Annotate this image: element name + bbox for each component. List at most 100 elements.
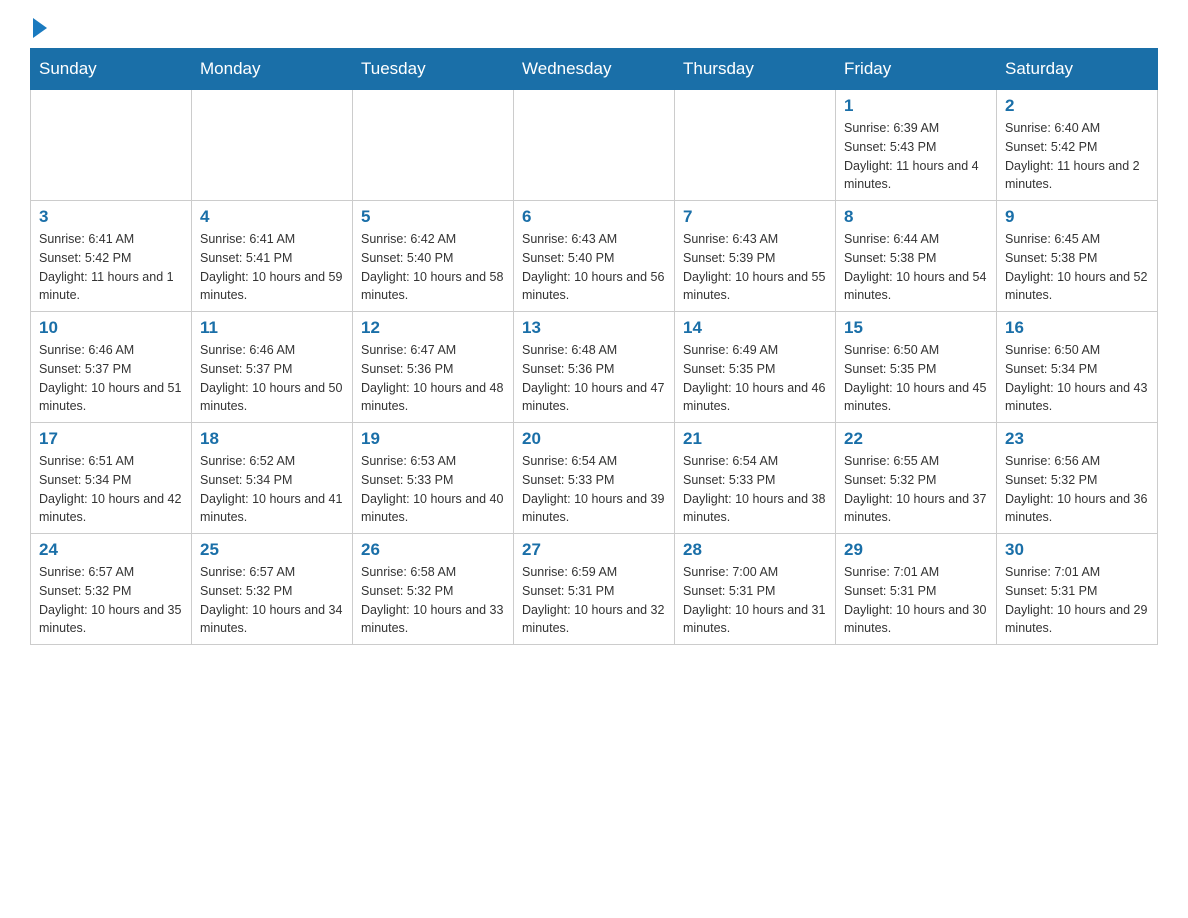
day-number: 19	[361, 429, 505, 449]
day-cell: 17 Sunrise: 6:51 AM Sunset: 5:34 PM Dayli…	[31, 423, 192, 534]
calendar-table: SundayMondayTuesdayWednesdayThursdayFrid…	[30, 48, 1158, 645]
day-number: 8	[844, 207, 988, 227]
day-info: Sunrise: 6:50 AM Sunset: 5:35 PM Dayligh…	[844, 341, 988, 416]
day-cell: 18 Sunrise: 6:52 AM Sunset: 5:34 PM Dayli…	[192, 423, 353, 534]
day-info: Sunrise: 6:48 AM Sunset: 5:36 PM Dayligh…	[522, 341, 666, 416]
weekday-header-saturday: Saturday	[997, 49, 1158, 90]
weekday-header-tuesday: Tuesday	[353, 49, 514, 90]
week-row-4: 17 Sunrise: 6:51 AM Sunset: 5:34 PM Dayli…	[31, 423, 1158, 534]
day-info: Sunrise: 6:41 AM Sunset: 5:41 PM Dayligh…	[200, 230, 344, 305]
day-number: 18	[200, 429, 344, 449]
day-info: Sunrise: 6:54 AM Sunset: 5:33 PM Dayligh…	[522, 452, 666, 527]
day-cell: 30Sunrise: 7:01 AM Sunset: 5:31 PM Dayli…	[997, 534, 1158, 645]
day-cell	[675, 90, 836, 201]
day-number: 29	[844, 540, 988, 560]
day-number: 5	[361, 207, 505, 227]
day-number: 3	[39, 207, 183, 227]
day-cell: 11 Sunrise: 6:46 AM Sunset: 5:37 PM Dayli…	[192, 312, 353, 423]
day-number: 10	[39, 318, 183, 338]
weekday-header-friday: Friday	[836, 49, 997, 90]
day-cell: 29Sunrise: 7:01 AM Sunset: 5:31 PM Dayli…	[836, 534, 997, 645]
day-cell: 25 Sunrise: 6:57 AM Sunset: 5:32 PM Dayli…	[192, 534, 353, 645]
day-number: 6	[522, 207, 666, 227]
day-number: 24	[39, 540, 183, 560]
day-info: Sunrise: 6:40 AM Sunset: 5:42 PM Dayligh…	[1005, 119, 1149, 194]
day-cell	[31, 90, 192, 201]
day-number: 4	[200, 207, 344, 227]
day-info: Sunrise: 6:39 AM Sunset: 5:43 PM Dayligh…	[844, 119, 988, 194]
weekday-header-thursday: Thursday	[675, 49, 836, 90]
weekday-header-row: SundayMondayTuesdayWednesdayThursdayFrid…	[31, 49, 1158, 90]
day-cell: 10 Sunrise: 6:46 AM Sunset: 5:37 PM Dayli…	[31, 312, 192, 423]
day-number: 26	[361, 540, 505, 560]
day-info: Sunrise: 6:57 AM Sunset: 5:32 PM Dayligh…	[200, 563, 344, 638]
day-number: 22	[844, 429, 988, 449]
day-cell: 20Sunrise: 6:54 AM Sunset: 5:33 PM Dayli…	[514, 423, 675, 534]
weekday-header-wednesday: Wednesday	[514, 49, 675, 90]
week-row-5: 24 Sunrise: 6:57 AM Sunset: 5:32 PM Dayli…	[31, 534, 1158, 645]
day-cell: 6 Sunrise: 6:43 AM Sunset: 5:40 PM Daylig…	[514, 201, 675, 312]
week-row-3: 10 Sunrise: 6:46 AM Sunset: 5:37 PM Dayli…	[31, 312, 1158, 423]
day-cell: 5 Sunrise: 6:42 AM Sunset: 5:40 PM Daylig…	[353, 201, 514, 312]
day-number: 16	[1005, 318, 1149, 338]
day-cell: 23 Sunrise: 6:56 AM Sunset: 5:32 PM Dayli…	[997, 423, 1158, 534]
day-cell: 21Sunrise: 6:54 AM Sunset: 5:33 PM Dayli…	[675, 423, 836, 534]
day-number: 25	[200, 540, 344, 560]
day-info: Sunrise: 7:00 AM Sunset: 5:31 PM Dayligh…	[683, 563, 827, 638]
day-info: Sunrise: 6:58 AM Sunset: 5:32 PM Dayligh…	[361, 563, 505, 638]
day-cell: 15 Sunrise: 6:50 AM Sunset: 5:35 PM Dayli…	[836, 312, 997, 423]
day-number: 1	[844, 96, 988, 116]
day-number: 21	[683, 429, 827, 449]
day-cell: 3 Sunrise: 6:41 AM Sunset: 5:42 PM Daylig…	[31, 201, 192, 312]
day-info: Sunrise: 6:55 AM Sunset: 5:32 PM Dayligh…	[844, 452, 988, 527]
day-info: Sunrise: 6:57 AM Sunset: 5:32 PM Dayligh…	[39, 563, 183, 638]
day-info: Sunrise: 6:51 AM Sunset: 5:34 PM Dayligh…	[39, 452, 183, 527]
day-cell: 7Sunrise: 6:43 AM Sunset: 5:39 PM Daylig…	[675, 201, 836, 312]
day-info: Sunrise: 6:41 AM Sunset: 5:42 PM Dayligh…	[39, 230, 183, 305]
day-number: 7	[683, 207, 827, 227]
day-info: Sunrise: 6:59 AM Sunset: 5:31 PM Dayligh…	[522, 563, 666, 638]
day-cell: 24 Sunrise: 6:57 AM Sunset: 5:32 PM Dayli…	[31, 534, 192, 645]
day-info: Sunrise: 6:42 AM Sunset: 5:40 PM Dayligh…	[361, 230, 505, 305]
day-number: 12	[361, 318, 505, 338]
day-cell: 16 Sunrise: 6:50 AM Sunset: 5:34 PM Dayli…	[997, 312, 1158, 423]
logo	[30, 20, 47, 38]
day-cell: 8 Sunrise: 6:44 AM Sunset: 5:38 PM Daylig…	[836, 201, 997, 312]
day-cell: 4 Sunrise: 6:41 AM Sunset: 5:41 PM Daylig…	[192, 201, 353, 312]
day-info: Sunrise: 6:47 AM Sunset: 5:36 PM Dayligh…	[361, 341, 505, 416]
day-cell: 13 Sunrise: 6:48 AM Sunset: 5:36 PM Dayli…	[514, 312, 675, 423]
day-cell: 26 Sunrise: 6:58 AM Sunset: 5:32 PM Dayli…	[353, 534, 514, 645]
page-header	[30, 20, 1158, 38]
day-cell: 12 Sunrise: 6:47 AM Sunset: 5:36 PM Dayli…	[353, 312, 514, 423]
day-cell	[514, 90, 675, 201]
week-row-1: 1 Sunrise: 6:39 AM Sunset: 5:43 PM Daylig…	[31, 90, 1158, 201]
day-info: Sunrise: 6:44 AM Sunset: 5:38 PM Dayligh…	[844, 230, 988, 305]
day-info: Sunrise: 6:50 AM Sunset: 5:34 PM Dayligh…	[1005, 341, 1149, 416]
day-number: 23	[1005, 429, 1149, 449]
day-cell: 28 Sunrise: 7:00 AM Sunset: 5:31 PM Dayli…	[675, 534, 836, 645]
day-cell: 14Sunrise: 6:49 AM Sunset: 5:35 PM Dayli…	[675, 312, 836, 423]
logo-arrow-icon	[33, 18, 47, 38]
day-info: Sunrise: 6:46 AM Sunset: 5:37 PM Dayligh…	[200, 341, 344, 416]
day-cell	[192, 90, 353, 201]
day-number: 9	[1005, 207, 1149, 227]
day-cell	[353, 90, 514, 201]
day-info: Sunrise: 6:53 AM Sunset: 5:33 PM Dayligh…	[361, 452, 505, 527]
day-number: 13	[522, 318, 666, 338]
day-cell: 9Sunrise: 6:45 AM Sunset: 5:38 PM Daylig…	[997, 201, 1158, 312]
day-number: 28	[683, 540, 827, 560]
day-info: Sunrise: 6:52 AM Sunset: 5:34 PM Dayligh…	[200, 452, 344, 527]
day-number: 14	[683, 318, 827, 338]
day-info: Sunrise: 6:56 AM Sunset: 5:32 PM Dayligh…	[1005, 452, 1149, 527]
day-cell: 27Sunrise: 6:59 AM Sunset: 5:31 PM Dayli…	[514, 534, 675, 645]
day-cell: 2Sunrise: 6:40 AM Sunset: 5:42 PM Daylig…	[997, 90, 1158, 201]
day-number: 17	[39, 429, 183, 449]
weekday-header-monday: Monday	[192, 49, 353, 90]
day-info: Sunrise: 6:46 AM Sunset: 5:37 PM Dayligh…	[39, 341, 183, 416]
day-number: 15	[844, 318, 988, 338]
weekday-header-sunday: Sunday	[31, 49, 192, 90]
day-number: 11	[200, 318, 344, 338]
day-cell: 1 Sunrise: 6:39 AM Sunset: 5:43 PM Daylig…	[836, 90, 997, 201]
day-info: Sunrise: 6:43 AM Sunset: 5:40 PM Dayligh…	[522, 230, 666, 305]
day-number: 30	[1005, 540, 1149, 560]
